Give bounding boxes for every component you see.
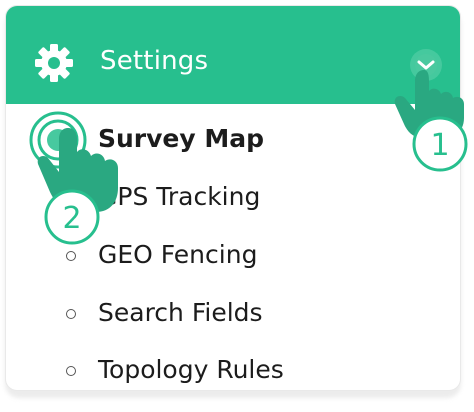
menu-item-label: GEO Fencing [98, 240, 258, 269]
bullet-icon [66, 366, 76, 376]
menu-item-label: Topology Rules [98, 355, 284, 384]
menu-item-topology-rules[interactable]: Topology Rules [6, 345, 460, 390]
bullet-icon [66, 251, 76, 261]
settings-header[interactable]: Settings [6, 6, 460, 104]
menu-item-survey-map[interactable]: Survey Map [6, 114, 460, 164]
settings-title: Settings [100, 46, 209, 76]
menu-item-label: Survey Map [98, 124, 265, 153]
menu-item-label: Search Fields [98, 298, 263, 327]
bullet-icon [66, 135, 76, 145]
menu-item-gps-tracking[interactable]: GPS Tracking [6, 172, 460, 222]
bullet-icon [66, 193, 76, 203]
gear-icon [35, 44, 73, 82]
menu-item-search-fields[interactable]: Search Fields [6, 288, 460, 338]
chevron-down-icon[interactable] [406, 45, 446, 85]
menu-item-geo-fencing[interactable]: GEO Fencing [6, 230, 460, 280]
settings-panel: Settings Survey Map GPS Tracking GEO Fen… [5, 5, 461, 391]
menu-item-label: GPS Tracking [98, 182, 261, 211]
bullet-icon [66, 309, 76, 319]
